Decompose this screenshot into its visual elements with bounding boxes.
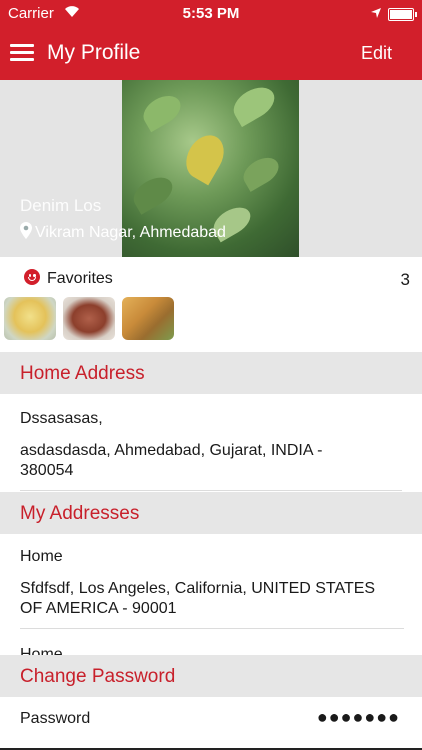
hamburger-icon[interactable] [10,44,34,62]
password-value: ●●●●●●● [316,707,400,727]
status-time: 5:53 PM [182,5,240,22]
my-addresses-title: My Addresses [20,503,140,524]
battery-icon [388,8,417,21]
favorite-thumbnail-2[interactable] [63,297,115,340]
navigation-bar: My Profile Edit [0,28,422,80]
divider [20,490,402,491]
status-bar: Carrier 5:53 PM [0,0,422,28]
location-text: Vikram Nagar, Ahmedabad [35,224,226,241]
favorite-thumbnail-3[interactable] [122,297,174,340]
smiley-icon [24,269,40,285]
favorite-thumbnail-1[interactable] [4,297,56,340]
address-label[interactable]: Home [20,547,63,567]
location-arrow-icon [370,6,382,23]
favorites-count: 3 [400,270,410,289]
profile-name: Denim Los [20,196,102,215]
home-address-header: Home Address [0,352,422,394]
password-row[interactable]: Password ●●●●●●● [0,697,422,743]
home-address-line1: asdasdasda, Ahmedabad, Gujarat, INDIA - [20,442,323,459]
favorites-label: Favorites [47,270,113,287]
favorites-row[interactable]: Favorites 3 [0,257,422,300]
profile-location: Vikram Nagar, Ahmedabad [20,222,226,244]
home-address-line2: 380054 [20,462,74,479]
change-password-title: Change Password [20,666,176,687]
divider [20,628,404,629]
address-line2: OF AMERICA - 90001 [20,600,177,617]
my-addresses-header: My Addresses [0,492,422,534]
change-password-header[interactable]: Change Password [0,655,422,697]
password-label: Password [20,710,91,727]
address-line1: Sfdfsdf, Los Angeles, California, UNITED… [20,580,376,597]
favorites-thumbnails [0,297,422,343]
home-address-title: Home Address [20,363,145,384]
page-title: My Profile [47,41,141,64]
edit-button[interactable]: Edit [361,43,392,64]
home-address-name: Dssasasas, [20,410,103,427]
pin-icon [20,222,32,244]
profile-header: Denim Los Vikram Nagar, Ahmedabad [0,80,422,257]
